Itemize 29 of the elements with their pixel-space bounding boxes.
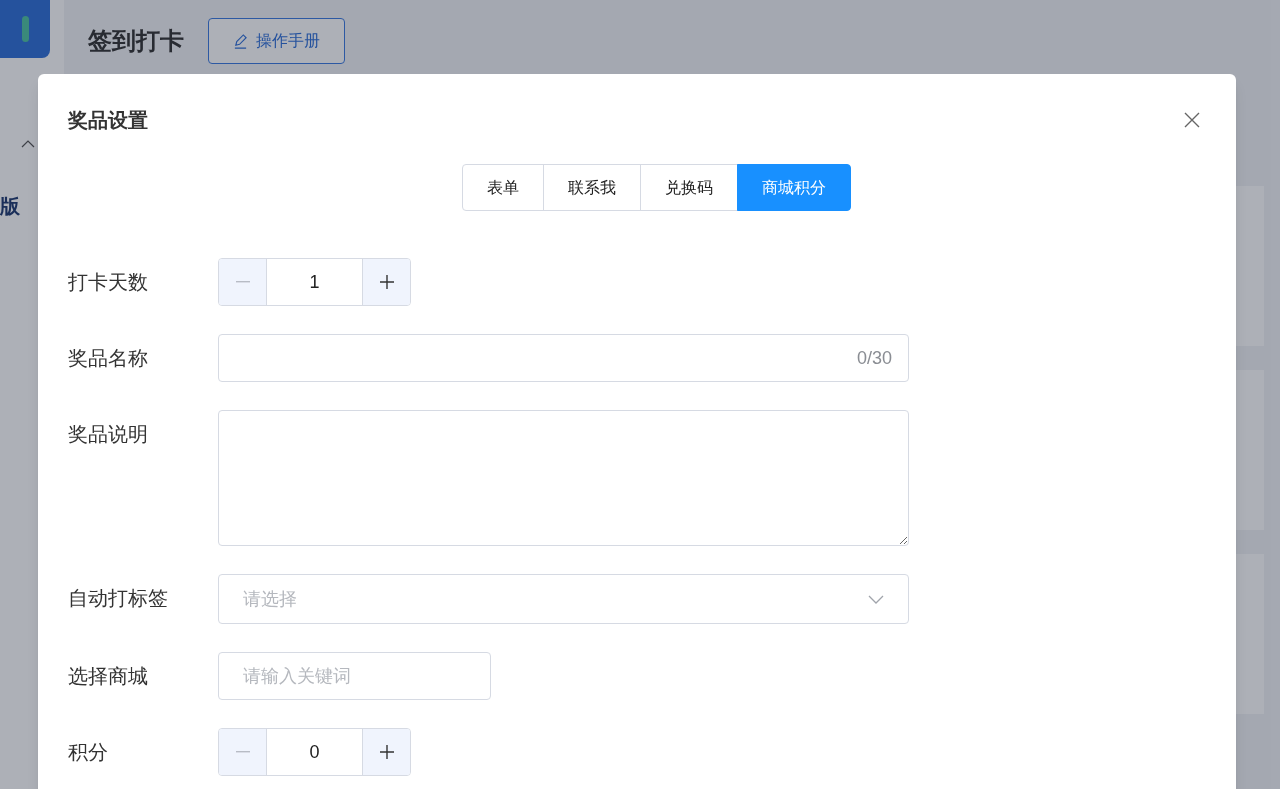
dialog-title: 奖品设置 [68,108,148,133]
textarea-field[interactable] [218,410,909,546]
increment-button[interactable] [362,729,410,775]
field-label: 选择商城 [68,664,149,689]
field-label: 积分 [68,740,109,765]
field-label: 打卡天数 [68,270,149,295]
character-counter: 0/30 [856,347,892,370]
plus-icon [378,274,395,290]
field-label: 自动打标签 [68,586,169,611]
tab[interactable]: 联系我 [542,164,641,211]
sidebar-label: 版 [0,196,21,216]
close-icon [1184,112,1200,128]
tab[interactable]: 兑换码 [639,164,738,211]
number-stepper[interactable]: 0 [218,728,411,776]
increment-button[interactable] [362,259,410,305]
chevron-up-icon[interactable] [21,140,35,148]
number-stepper[interactable]: 1 [218,258,411,306]
minus-icon [235,281,250,283]
chevron-down-icon [868,594,884,604]
field-label: 奖品说明 [68,422,149,447]
keyword-input-field[interactable]: 请输入关键词 [218,652,491,700]
pencil-icon [233,33,248,49]
tab[interactable]: 表单 [461,164,544,211]
select-placeholder: 请选择 [243,588,298,611]
page-title: 签到打卡 [88,26,184,56]
minus-icon [235,751,250,753]
manual-button[interactable]: 操作手册 [208,18,345,64]
plus-icon [378,744,395,760]
field-label: 奖品名称 [68,346,149,371]
